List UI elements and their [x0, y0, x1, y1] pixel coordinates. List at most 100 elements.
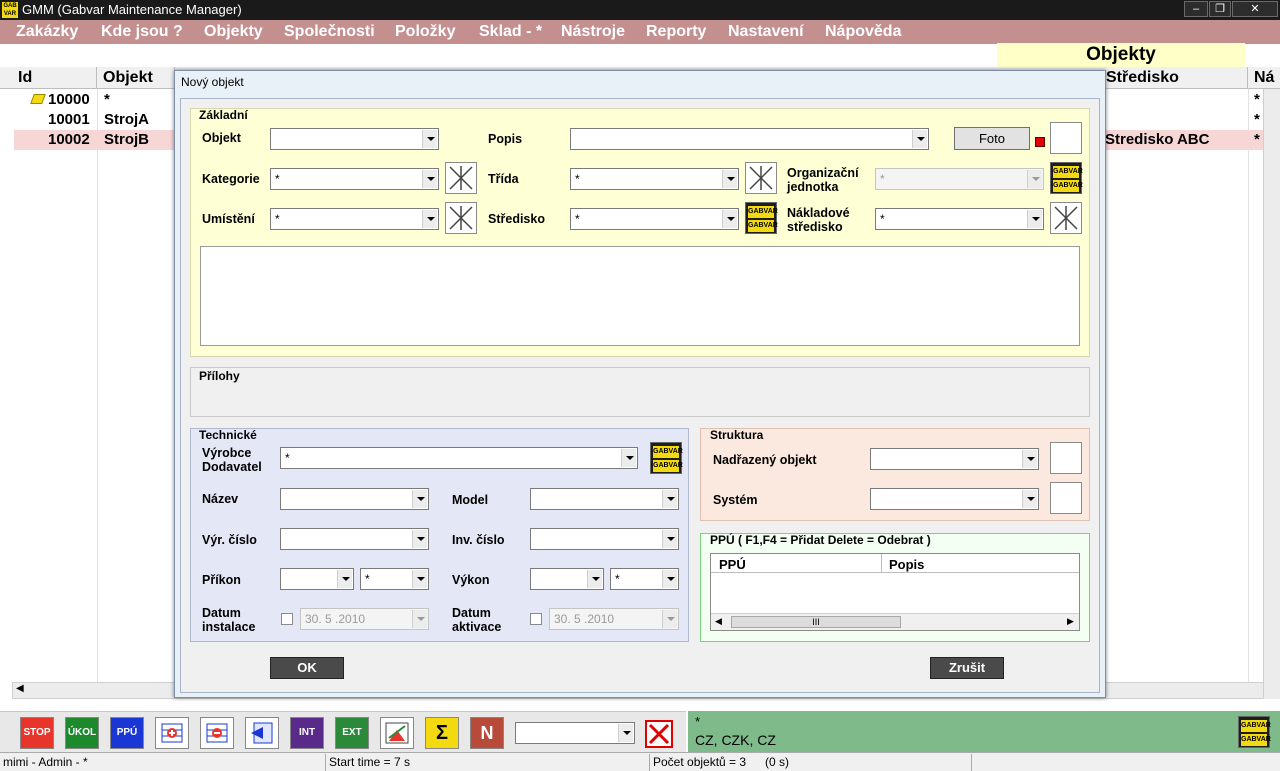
system-lookup-button[interactable] — [1050, 482, 1082, 514]
grid-vertical-scrollbar[interactable] — [1263, 89, 1280, 699]
chevron-down-icon[interactable] — [1022, 490, 1037, 508]
vyrobce-combo[interactable]: * — [280, 447, 638, 469]
ukol-button[interactable]: ÚKOL — [65, 717, 99, 749]
chart-icon[interactable] — [380, 717, 414, 749]
column-objekt[interactable]: Objekt — [97, 67, 175, 89]
vykon-combo[interactable] — [530, 568, 604, 590]
trida-lookup-icon[interactable] — [745, 162, 777, 194]
naklad-label-1: Nákladové — [787, 206, 850, 220]
chevron-down-icon[interactable] — [662, 490, 677, 508]
ppu-button[interactable]: PPÚ — [110, 717, 144, 749]
chevron-down-icon[interactable] — [422, 130, 437, 148]
photo-thumbnail[interactable] — [1050, 122, 1082, 154]
system-combo[interactable] — [870, 488, 1039, 510]
remove-row-icon[interactable] — [200, 717, 234, 749]
kategorie-combo[interactable]: * — [270, 168, 439, 190]
stop-button[interactable]: STOP — [20, 717, 54, 749]
maximize-button[interactable]: ❐ — [1209, 1, 1231, 17]
inv-cislo-combo[interactable] — [530, 528, 679, 550]
new-icon[interactable]: N — [470, 717, 504, 749]
chevron-down-icon[interactable] — [412, 610, 427, 628]
scroll-left-icon[interactable]: ◀ — [715, 616, 722, 627]
chevron-down-icon[interactable] — [1027, 210, 1042, 228]
gabvar-logo-icon[interactable]: GABVAR GABVAR — [745, 202, 778, 234]
ppu-column-popis[interactable]: Popis — [889, 557, 924, 572]
objekt-combo[interactable] — [270, 128, 439, 150]
menu-objekty[interactable]: Objekty — [204, 23, 263, 41]
chevron-down-icon[interactable] — [722, 170, 737, 188]
gabvar-logo-icon[interactable]: GABVAR GABVAR — [650, 442, 683, 474]
gabvar-logo-icon[interactable]: GABVAR GABVAR — [1050, 162, 1083, 194]
prikon-unit-combo[interactable]: * — [360, 568, 429, 590]
nazev-combo[interactable] — [280, 488, 429, 510]
menu-zakazky[interactable]: Zakázky — [16, 23, 78, 41]
popis-combo[interactable] — [570, 128, 929, 150]
prikon-combo[interactable] — [280, 568, 354, 590]
org-jednotka-combo[interactable]: * — [875, 168, 1044, 190]
foto-button[interactable]: Foto — [954, 127, 1030, 150]
chevron-down-icon[interactable] — [1022, 450, 1037, 468]
vyr-cislo-combo[interactable] — [280, 528, 429, 550]
column-stredisko[interactable]: Středisko — [1100, 67, 1248, 89]
scroll-thumb[interactable]: III — [731, 616, 901, 628]
description-textarea[interactable] — [200, 246, 1080, 346]
chevron-down-icon[interactable] — [662, 610, 677, 628]
menu-napoveda[interactable]: Nápověda — [825, 23, 901, 41]
datum-instalace-checkbox[interactable] — [281, 613, 293, 625]
ppu-horizontal-scrollbar[interactable]: ◀ III ▶ — [711, 613, 1079, 630]
close-button[interactable]: ✕ — [1232, 1, 1278, 17]
menu-nastaveni[interactable]: Nastavení — [728, 23, 804, 41]
menu-spolecnosti[interactable]: Společnosti — [284, 23, 375, 41]
ppu-table[interactable]: PPÚ Popis ◀ III ▶ — [710, 553, 1080, 631]
chevron-down-icon[interactable] — [412, 530, 427, 548]
chevron-down-icon[interactable] — [621, 449, 636, 467]
menu-reporty[interactable]: Reporty — [646, 23, 706, 41]
chevron-down-icon[interactable] — [618, 724, 633, 742]
insert-icon[interactable] — [245, 717, 279, 749]
nadrazeny-combo[interactable] — [870, 448, 1039, 470]
stredisko-combo[interactable]: * — [570, 208, 739, 230]
chevron-down-icon[interactable] — [337, 570, 352, 588]
ppu-column-ppu[interactable]: PPÚ — [719, 557, 746, 572]
chevron-down-icon[interactable] — [912, 130, 927, 148]
column-id[interactable]: Id — [12, 67, 97, 89]
datum-aktivace-checkbox[interactable] — [530, 613, 542, 625]
naklad-lookup-icon[interactable] — [1050, 202, 1082, 234]
nadrazeny-lookup-button[interactable] — [1050, 442, 1082, 474]
chevron-down-icon[interactable] — [412, 490, 427, 508]
menu-sklad[interactable]: Sklad - * — [479, 23, 542, 41]
model-combo[interactable] — [530, 488, 679, 510]
scroll-left-icon[interactable]: ◀ — [16, 683, 24, 694]
scroll-right-icon[interactable]: ▶ — [1067, 616, 1074, 627]
umisteni-combo[interactable]: * — [270, 208, 439, 230]
column-na[interactable]: Ná — [1248, 67, 1280, 89]
external-report-icon[interactable]: EXT — [335, 717, 369, 749]
chevron-down-icon[interactable] — [587, 570, 602, 588]
datum-instalace-picker[interactable]: 30. 5 .2010 — [300, 608, 429, 630]
add-row-icon[interactable] — [155, 717, 189, 749]
datum-aktivace-picker[interactable]: 30. 5 .2010 — [549, 608, 679, 630]
cancel-button[interactable]: Zrušit — [930, 657, 1004, 679]
chevron-down-icon[interactable] — [662, 570, 677, 588]
umisteni-lookup-icon[interactable] — [445, 202, 477, 234]
menu-kde-jsou[interactable]: Kde jsou ? — [101, 23, 183, 41]
chevron-down-icon[interactable] — [1027, 170, 1042, 188]
trida-label: Třída — [488, 172, 519, 186]
vykon-unit-combo[interactable]: * — [610, 568, 679, 590]
chevron-down-icon[interactable] — [412, 570, 427, 588]
chevron-down-icon[interactable] — [722, 210, 737, 228]
kategorie-lookup-icon[interactable] — [445, 162, 477, 194]
chevron-down-icon[interactable] — [422, 210, 437, 228]
minimize-button[interactable]: – — [1184, 1, 1208, 17]
menu-polozky[interactable]: Položky — [395, 23, 455, 41]
menu-nastroje[interactable]: Nástroje — [561, 23, 625, 41]
naklad-stredisko-combo[interactable]: * — [875, 208, 1044, 230]
chevron-down-icon[interactable] — [422, 170, 437, 188]
toolbar-combo[interactable] — [515, 722, 635, 744]
chevron-down-icon[interactable] — [662, 530, 677, 548]
internal-report-icon[interactable]: INT — [290, 717, 324, 749]
ok-button[interactable]: OK — [270, 657, 344, 679]
close-icon[interactable] — [645, 720, 673, 748]
sum-icon[interactable]: Σ — [425, 717, 459, 749]
trida-combo[interactable]: * — [570, 168, 739, 190]
